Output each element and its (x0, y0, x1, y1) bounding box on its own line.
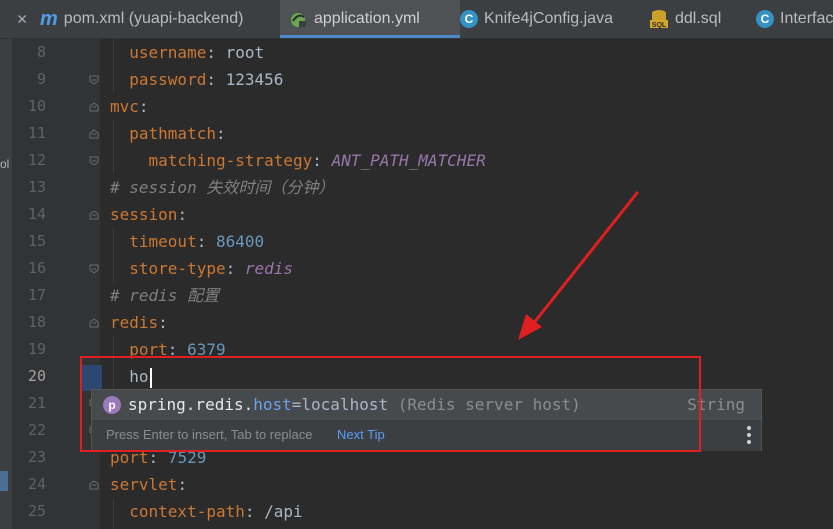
code-line-17: # redis 配置 (110, 286, 220, 305)
line-number: 18 (27, 313, 46, 331)
line-number: 24 (27, 475, 46, 493)
editor-tab-bar: ✕ m pom.xml (yuapi-backend) application.… (0, 0, 833, 39)
close-icon[interactable]: ✕ (17, 9, 27, 29)
line-number-gutter: 8 9 10 11 12 13 14 15 16 17 18 19 20 21 … (12, 39, 102, 529)
code-line-18: redis: (110, 313, 168, 332)
code-line-12: matching-strategy: ANT_PATH_MATCHER (148, 151, 486, 170)
fold-start-icon[interactable] (89, 480, 99, 490)
line-number: 21 (27, 394, 46, 412)
tab-label: pom.xml (yuapi-backend) (63, 10, 244, 27)
tab-label: application.yml (314, 10, 420, 27)
fold-end-icon[interactable] (89, 75, 99, 85)
line-number: 13 (27, 178, 46, 196)
line-number: 23 (27, 448, 46, 466)
line-number: 17 (27, 286, 46, 304)
tab-application-yml[interactable]: application.yml (280, 0, 460, 38)
fold-start-icon[interactable] (89, 102, 99, 112)
tab-pom-xml[interactable]: m pom.xml (yuapi-backend) (40, 0, 243, 38)
tab-interface[interactable]: C Interfac (756, 0, 833, 38)
code-line-24: servlet: (110, 475, 188, 494)
code-line-8: username: root (129, 43, 265, 62)
code-line-25: context-path: /api (129, 502, 303, 521)
line-number: 9 (36, 70, 46, 88)
sql-file-icon: SQL (649, 9, 669, 29)
line-number: 12 (27, 151, 46, 169)
line-number: 10 (27, 97, 46, 115)
line-number: 22 (27, 421, 46, 439)
fold-end-icon[interactable] (89, 264, 99, 274)
left-tool-strip: ol (0, 39, 12, 529)
tab-label: ddl.sql (675, 10, 722, 27)
code-line-11: pathmatch: (129, 124, 226, 143)
tab-ddl-sql[interactable]: SQL ddl.sql (649, 0, 721, 38)
code-line-13: # session 失效时间（分钟） (110, 178, 335, 197)
line-number: 16 (27, 259, 46, 277)
line-number: 25 (27, 502, 46, 520)
line-number: 14 (27, 205, 46, 223)
code-line-14: session: (110, 205, 188, 224)
line-number: 11 (27, 124, 46, 142)
tab-knife4jconfig-java[interactable]: C Knife4jConfig.java (460, 0, 613, 38)
annotation-highlight-box (80, 356, 701, 452)
code-line-16: store-type: redis (129, 259, 294, 278)
java-class-icon: C (756, 10, 774, 28)
fold-start-icon[interactable] (89, 210, 99, 220)
java-class-icon: C (460, 10, 478, 28)
yaml-file-icon (288, 9, 308, 29)
line-number: 19 (27, 340, 46, 358)
code-line-15: timeout: 86400 (129, 232, 265, 251)
tab-label: Knife4jConfig.java (484, 10, 613, 27)
svg-text:SQL: SQL (652, 22, 667, 29)
line-number: 8 (36, 43, 46, 61)
fold-start-icon[interactable] (89, 318, 99, 328)
code-editor[interactable]: username: root password: 123456 mvc: pat… (100, 39, 833, 529)
maven-icon: m (40, 8, 58, 30)
line-number-current: 20 (27, 367, 46, 385)
more-options-icon[interactable] (747, 426, 751, 444)
code-line-9: password: 123456 (129, 70, 284, 89)
left-strip-marker (0, 471, 8, 491)
tab-label: Interfac (780, 10, 833, 27)
left-strip-label: ol (0, 157, 10, 171)
fold-end-icon[interactable] (89, 156, 99, 166)
line-number: 15 (27, 232, 46, 250)
fold-start-icon[interactable] (89, 129, 99, 139)
code-line-10: mvc: (110, 97, 149, 116)
